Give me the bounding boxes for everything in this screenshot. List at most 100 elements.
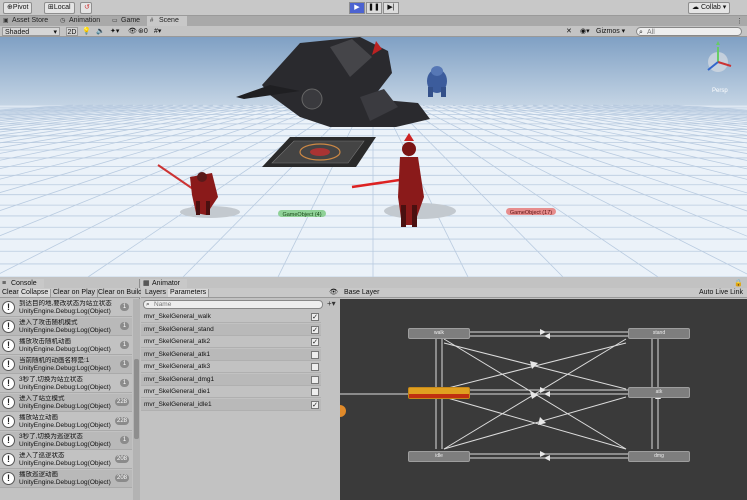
local-toggle[interactable]: ⊞Local [44, 2, 75, 14]
collab-label: Collab [700, 4, 721, 11]
console-scrollbar-thumb[interactable] [134, 359, 139, 439]
base-layer-breadcrumb[interactable]: Base Layer [344, 289, 379, 296]
eye-icon[interactable]: 👁 [329, 288, 338, 296]
log-message: 进入了站立模式 [19, 395, 65, 402]
parameter-name: mvr_SkelGeneral_die1 [144, 388, 211, 395]
tab-parameters[interactable]: Parameters [168, 289, 210, 297]
info-icon: ! [2, 377, 15, 390]
clear-on-build-toggle[interactable]: Clear on Build [96, 289, 145, 297]
parameter-bool-checkbox[interactable]: ✓ [311, 313, 319, 321]
log-entry[interactable]: ! 进入了站立模式 UnityEngine.Debug:Log(Object) 228 [0, 394, 132, 412]
log-entry[interactable]: ! 进入了攻击随机模式 UnityEngine.Debug:Log(Object) 1 [0, 318, 132, 336]
state-machine-graph[interactable]: walk stand atk idle dmg [340, 299, 747, 500]
log-source: UnityEngine.Debug:Log(Object) [19, 308, 111, 315]
gameobject-label-green: GameObject (4) [282, 212, 321, 218]
grid-toggle-icon[interactable]: #▾ [154, 27, 161, 36]
parameter-bool-checkbox[interactable] [311, 388, 319, 396]
parameter-row[interactable]: mvr_SkelGeneral_atk1 [141, 348, 321, 361]
shading-mode-dropdown[interactable]: Shaded ▾ [2, 27, 60, 36]
play-button[interactable]: ▶ [349, 2, 365, 14]
log-count-badge: 1 [120, 303, 129, 311]
parameter-bool-checkbox[interactable]: ✓ [311, 338, 319, 346]
lock-icon[interactable]: 🔒 [734, 279, 743, 287]
log-entry[interactable]: ! 3秒了,切换为站立状态 UnityEngine.Debug:Log(Object… [0, 375, 132, 393]
log-count-badge: 1 [120, 341, 129, 349]
camera-dropdown-icon[interactable]: ◉▾ [580, 27, 590, 36]
audio-count[interactable]: ⊛0 [138, 27, 148, 36]
parameter-bool-checkbox[interactable] [311, 375, 319, 384]
log-count-badge: 1 [120, 379, 129, 387]
persp-label: Persp [712, 88, 728, 94]
audio-toggle-icon[interactable]: 🔈 [96, 27, 105, 36]
log-source: UnityEngine.Debug:Log(Object) [19, 384, 111, 391]
state-node[interactable]: dmg [628, 451, 690, 462]
parameter-row[interactable]: mvr_SkelGeneral_die1 [141, 386, 321, 398]
parameter-bool-checkbox[interactable]: ✓ [311, 325, 319, 334]
parameter-row[interactable]: mvr_SkelGeneral_dmg1 [141, 373, 321, 386]
parameter-row[interactable]: mvr_SkelGeneral_atk3 [141, 361, 321, 373]
log-entry[interactable]: ! 播放攻击随机动画 UnityEngine.Debug:Log(Object) 1 [0, 337, 132, 355]
log-entry[interactable]: ! 进入了巡逻状态 UnityEngine.Debug:Log(Object) 208 [0, 451, 132, 469]
log-entry[interactable]: ! 播放站立动画 UnityEngine.Debug:Log(Object) 228 [0, 413, 132, 431]
scene-toolbar: Shaded ▾ 2D 💡 🔈 ✦▾ 👁 ⊛0 #▾ ✕ ◉▾ Gizmos ▾ … [0, 26, 747, 37]
parameter-bool-checkbox[interactable]: ✓ [311, 400, 319, 409]
parameter-row[interactable]: mvr_SkelGeneral_idle1 ✓ [141, 398, 321, 411]
pivot-label: Pivot [12, 4, 29, 11]
parameter-row[interactable]: mvr_SkelGeneral_walk ✓ [141, 311, 321, 323]
info-icon: ! [2, 396, 15, 409]
state-node-active[interactable] [408, 387, 470, 399]
auto-live-link-toggle[interactable]: Auto Live Link [699, 289, 743, 296]
info-icon: ! [2, 358, 15, 371]
state-node[interactable]: idle [408, 451, 470, 462]
collab-history-button[interactable]: ↺ [80, 2, 92, 14]
tab-layers[interactable]: Layers [143, 289, 170, 297]
gizmos-dropdown[interactable]: Gizmos ▾ [596, 27, 625, 36]
2d-toggle[interactable]: 2D [66, 27, 78, 36]
log-entry[interactable]: ! 播放巡逻动画 UnityEngine.Debug:Log(Object) 208 [0, 470, 132, 488]
tab-game[interactable]: ▭ Game [109, 16, 146, 26]
effects-dropdown-icon[interactable]: ✦▾ [110, 27, 119, 36]
parameter-name: mvr_SkelGeneral_stand [144, 325, 214, 333]
main-toolbar: ⊕Pivot ⊞Local ↺ ▶ ❚❚ ▶| ☁ Collab ▾ [0, 0, 747, 16]
clear-on-play-toggle[interactable]: Clear on Play [51, 289, 99, 297]
tools-icon[interactable]: ✕ [566, 27, 572, 36]
log-message: 当前随机的动画名称是:1 [19, 357, 90, 364]
state-node[interactable]: walk [408, 328, 470, 339]
log-entry[interactable]: ! 当前随机的动画名称是:1 UnityEngine.Debug:Log(Objec… [0, 356, 132, 374]
lighting-toggle-icon[interactable]: 💡 [82, 27, 91, 36]
log-count-badge: 228 [114, 417, 129, 425]
log-count-badge: 1 [120, 360, 129, 368]
console-scrollbar[interactable] [133, 299, 140, 500]
checkmark-icon: ✓ [312, 339, 318, 346]
pause-button[interactable]: ❚❚ [366, 2, 382, 14]
entry-node[interactable] [340, 405, 346, 417]
game-icon: ▭ [112, 18, 118, 24]
asset-store-icon: ▣ [3, 18, 9, 24]
step-button[interactable]: ▶| [383, 2, 399, 14]
collab-button[interactable]: ☁ Collab ▾ [688, 2, 731, 14]
collapse-toggle[interactable]: Collapse [19, 289, 52, 297]
info-icon: ! [2, 339, 15, 352]
tab-animator[interactable]: ▦ Animator [141, 279, 187, 288]
parameter-bool-checkbox[interactable] [311, 350, 319, 359]
add-parameter-button[interactable]: +▾ [327, 299, 336, 308]
state-node[interactable]: stand [628, 328, 690, 339]
collab-icon: ☁ [692, 4, 699, 11]
tab-menu-icon[interactable]: ⋮ [736, 17, 743, 25]
tab-console[interactable]: ≡ Console [0, 279, 44, 288]
parameter-row[interactable]: mvr_SkelGeneral_stand ✓ [141, 323, 321, 336]
tab-animation[interactable]: ◷ Animation [57, 16, 108, 26]
parameter-row[interactable]: mvr_SkelGeneral_atk2 ✓ [141, 336, 321, 348]
parameter-bool-checkbox[interactable] [311, 363, 319, 371]
log-entry[interactable]: ! 3秒了,切换为巡逻状态 UnityEngine.Debug:Log(Object… [0, 432, 132, 450]
visibility-icon[interactable]: 👁 [128, 27, 137, 36]
scene-search-input[interactable]: ⌕ All [636, 27, 742, 36]
log-entry[interactable]: ! 到达目的地,要改状态为站立状态 UnityEngine.Debug:Log(Ob… [0, 299, 132, 317]
parameter-name: mvr_SkelGeneral_atk2 [144, 338, 211, 345]
parameter-search-input[interactable]: ⌕ Name [143, 300, 323, 309]
state-node[interactable]: atk [628, 387, 690, 398]
pivot-toggle[interactable]: ⊕Pivot [3, 2, 33, 14]
tab-asset-store[interactable]: ▣ Asset Store [0, 16, 56, 26]
scene-view[interactable]: GameObject (4) GameObject (17) Persp [0, 37, 747, 277]
tab-scene[interactable]: # Scene [147, 16, 187, 26]
